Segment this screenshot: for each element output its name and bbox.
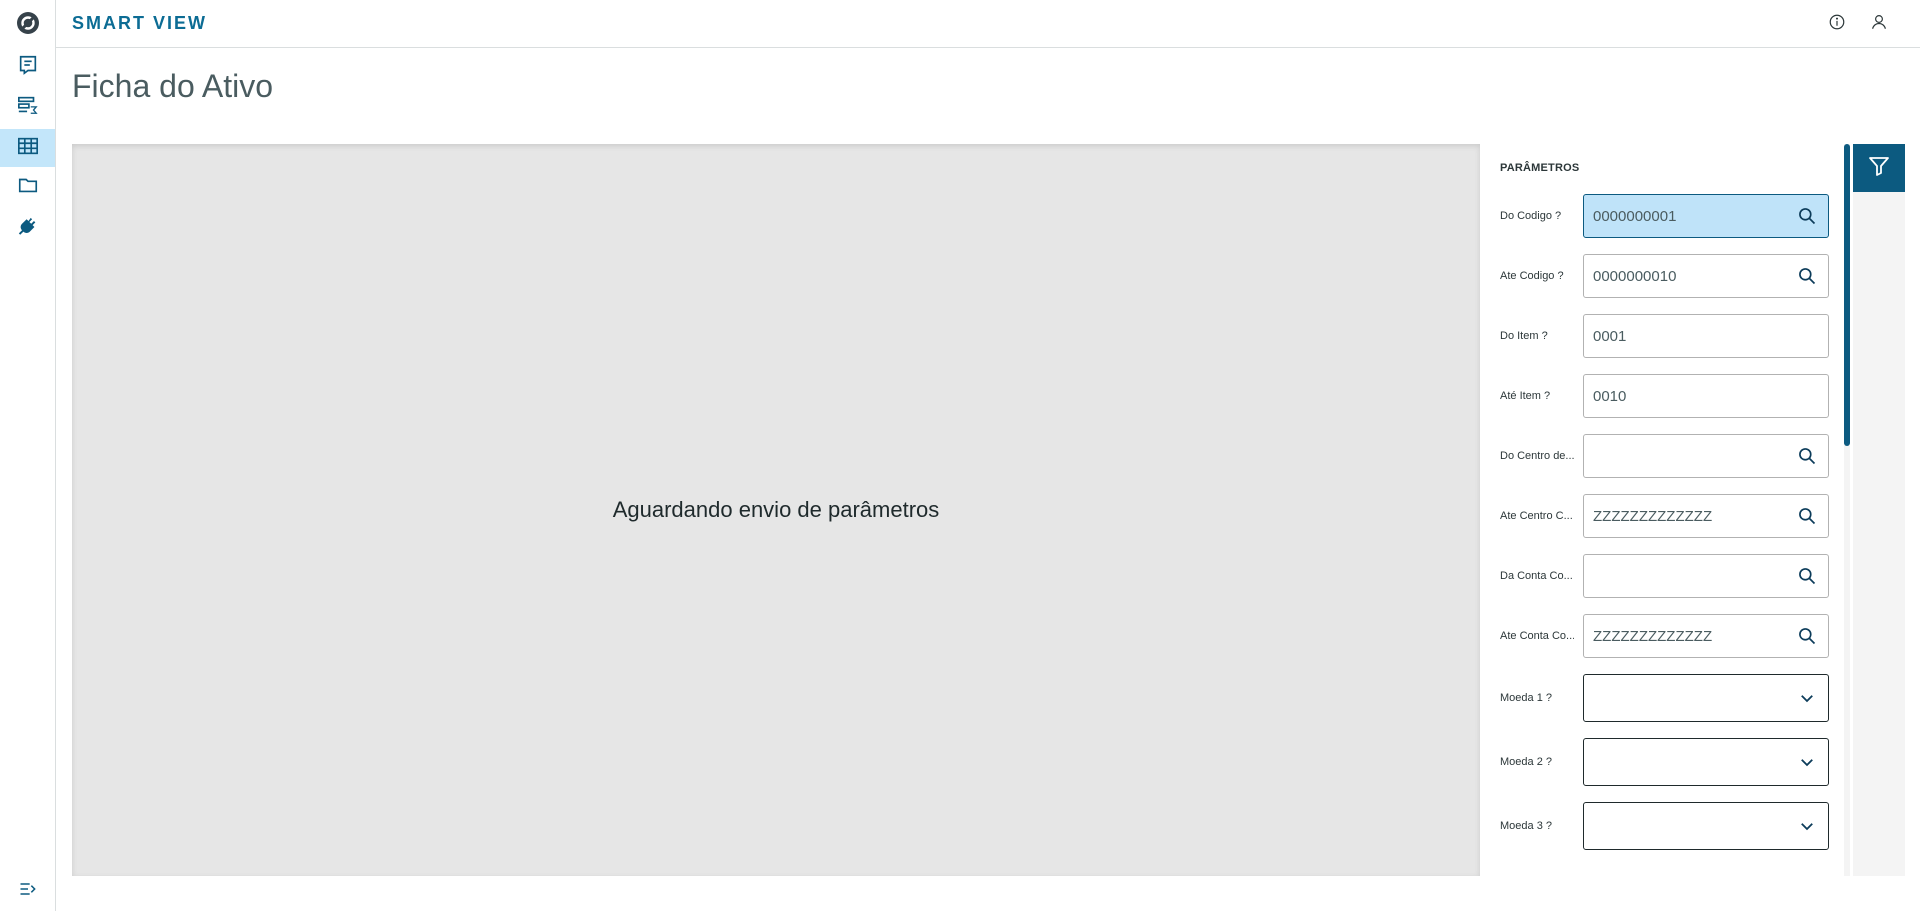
param-row-do-codigo: Do Codigo ? 0000000001: [1500, 194, 1830, 238]
param-label: Até Item ?: [1500, 390, 1551, 402]
param-label: Do Centro de...: [1500, 450, 1574, 462]
param-row-moeda-1: Moeda 1 ?: [1500, 674, 1830, 722]
sidebar-item-data[interactable]: [0, 88, 55, 126]
moeda-1-select[interactable]: [1583, 674, 1829, 722]
da-conta-input[interactable]: [1583, 554, 1829, 598]
folder-icon: [17, 174, 39, 201]
info-icon: [1828, 13, 1846, 36]
ate-conta-input[interactable]: ZZZZZZZZZZZZZ: [1583, 614, 1829, 658]
param-row-da-conta: Da Conta Co...: [1500, 554, 1830, 598]
sidebar-item-integrations[interactable]: [0, 210, 55, 248]
param-label: Moeda 3 ?: [1500, 820, 1552, 832]
page-title: Ficha do Ativo: [72, 68, 273, 104]
sidebar: [0, 0, 56, 911]
param-row-do-centro: Do Centro de...: [1500, 434, 1830, 478]
parameters-scrollbar-thumb[interactable]: [1844, 144, 1850, 446]
top-header: SMART VIEW: [56, 0, 1920, 48]
search-icon[interactable]: [1796, 565, 1818, 587]
param-label: Ate Centro C...: [1500, 510, 1573, 522]
report-preview-area: Aguardando envio de parâmetros: [72, 144, 1480, 876]
app-title: SMART VIEW: [72, 13, 207, 33]
do-item-input[interactable]: 0001: [1583, 314, 1829, 358]
data-sum-icon: [17, 94, 39, 121]
moeda-2-select[interactable]: [1583, 738, 1829, 786]
sidebar-item-folder[interactable]: [0, 168, 55, 206]
ate-item-input[interactable]: 0010: [1583, 374, 1829, 418]
do-codigo-input[interactable]: 0000000001: [1583, 194, 1829, 238]
search-icon[interactable]: [1796, 265, 1818, 287]
param-label: Moeda 1 ?: [1500, 692, 1552, 704]
param-label: Do Item ?: [1500, 330, 1548, 342]
search-icon[interactable]: [1796, 445, 1818, 467]
search-icon[interactable]: [1796, 205, 1818, 227]
param-row-ate-conta: Ate Conta Co... ZZZZZZZZZZZZZ: [1500, 614, 1830, 658]
param-value: 0010: [1593, 387, 1627, 405]
param-value: 0001: [1593, 327, 1627, 345]
param-value: ZZZZZZZZZZZZZ: [1593, 507, 1713, 525]
sidebar-item-table[interactable]: [0, 129, 55, 167]
expand-menu-icon: [18, 879, 38, 904]
waiting-message: Aguardando envio de parâmetros: [612, 497, 940, 522]
search-icon[interactable]: [1796, 625, 1818, 647]
param-label: Da Conta Co...: [1500, 570, 1573, 582]
param-label: Moeda 2 ?: [1500, 756, 1552, 768]
chevron-down-icon[interactable]: [1796, 687, 1818, 709]
do-centro-input[interactable]: [1583, 434, 1829, 478]
right-panel-strip: [1853, 192, 1905, 876]
chevron-down-icon[interactable]: [1796, 751, 1818, 773]
plug-icon: [17, 216, 39, 243]
user-icon: [1870, 13, 1888, 36]
param-label: Do Codigo ?: [1500, 210, 1562, 222]
param-label: Ate Codigo ?: [1500, 270, 1564, 282]
expand-menu-button[interactable]: [0, 872, 55, 910]
param-row-moeda-3: Moeda 3 ?: [1500, 802, 1830, 850]
search-icon[interactable]: [1796, 505, 1818, 527]
param-row-ate-centro: Ate Centro C... ZZZZZZZZZZZZZ: [1500, 494, 1830, 538]
parameters-panel: PARÂMETROS Do Codigo ? 0000000001 Ate Co…: [1480, 144, 1852, 876]
param-row-do-item: Do Item ? 0001: [1500, 314, 1830, 358]
param-row-moeda-2: Moeda 2 ?: [1500, 738, 1830, 786]
filter-icon: [1867, 154, 1891, 183]
totvs-logo-icon[interactable]: [16, 11, 40, 35]
param-value: 0000000001: [1593, 207, 1677, 225]
info-button[interactable]: [1826, 13, 1848, 35]
user-profile-button[interactable]: [1868, 13, 1890, 35]
param-value: ZZZZZZZZZZZZZ: [1593, 627, 1713, 645]
chevron-down-icon[interactable]: [1796, 815, 1818, 837]
report-icon: [17, 54, 39, 81]
param-row-ate-item: Até Item ? 0010: [1500, 374, 1830, 418]
moeda-3-select[interactable]: [1583, 802, 1829, 850]
param-row-ate-codigo: Ate Codigo ? 0000000010: [1500, 254, 1830, 298]
ate-centro-input[interactable]: ZZZZZZZZZZZZZ: [1583, 494, 1829, 538]
sidebar-item-reports[interactable]: [0, 48, 55, 86]
param-label: Ate Conta Co...: [1500, 630, 1574, 642]
table-icon: [17, 135, 39, 162]
ate-codigo-input[interactable]: 0000000010: [1583, 254, 1829, 298]
filter-toggle-button[interactable]: [1853, 144, 1905, 192]
param-value: 0000000010: [1593, 267, 1677, 285]
parameters-title: PARÂMETROS: [1500, 162, 1580, 174]
